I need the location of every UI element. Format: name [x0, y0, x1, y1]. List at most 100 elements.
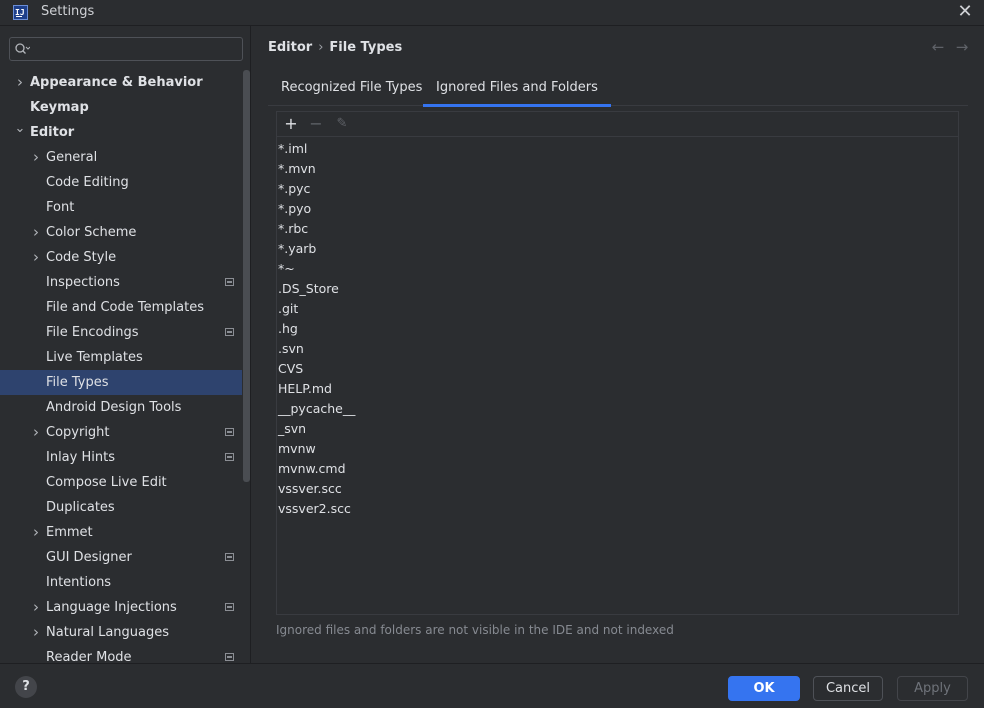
ignored-pattern-row[interactable]: *.pyc — [278, 179, 957, 199]
ignored-pattern-row[interactable]: mvnw — [278, 439, 957, 459]
settings-tree: › Appearance & Behavior Keymap ⌄ Editor › Gene… — [0, 70, 242, 663]
help-button[interactable]: ? — [15, 676, 37, 698]
ignored-pattern-row[interactable]: _svn — [278, 419, 957, 439]
chevron-right-icon[interactable]: › — [30, 520, 42, 545]
window-title: Settings — [41, 4, 95, 19]
sidebar-item-appearance-behavior[interactable]: › Appearance & Behavior — [0, 70, 242, 95]
chevron-right-icon[interactable]: › — [30, 420, 42, 445]
ok-button[interactable]: OK — [728, 676, 800, 701]
sidebar-scrollbar[interactable] — [243, 70, 250, 482]
sidebar-item-keymap[interactable]: Keymap — [0, 95, 242, 120]
sidebar-item-color-scheme[interactable]: › Color Scheme — [0, 220, 242, 245]
ignored-pattern-row[interactable]: *.mvn — [278, 159, 957, 179]
ignored-pattern-row[interactable]: .hg — [278, 319, 957, 339]
sidebar-item-label: Emmet — [46, 525, 93, 540]
chevron-down-icon[interactable]: ⌄ — [14, 116, 26, 141]
sidebar-item-code-style[interactable]: › Code Style — [0, 245, 242, 270]
sidebar-item-compose-live-edit[interactable]: Compose Live Edit — [0, 470, 242, 495]
sidebar-item-label: Code Editing — [46, 175, 129, 190]
sidebar-item-label: Appearance & Behavior — [30, 75, 203, 90]
ignored-pattern-row[interactable]: *.rbc — [278, 219, 957, 239]
sidebar-item-inspections[interactable]: Inspections — [0, 270, 242, 295]
sidebar-item-file-encodings[interactable]: File Encodings — [0, 320, 242, 345]
project-scope-icon — [225, 428, 234, 436]
sidebar-item-editor[interactable]: ⌄ Editor — [0, 120, 242, 145]
sidebar-item-label: Color Scheme — [46, 225, 137, 240]
search-box[interactable] — [9, 37, 243, 61]
ignored-pattern-row[interactable]: .svn — [278, 339, 957, 359]
ignored-pattern-row[interactable]: .git — [278, 299, 957, 319]
sidebar-item-label: File Types — [46, 375, 109, 390]
sidebar-item-android-design-tools[interactable]: Android Design Tools — [0, 395, 242, 420]
breadcrumb-separator: › — [318, 40, 324, 55]
sidebar-item-live-templates[interactable]: Live Templates — [0, 345, 242, 370]
sidebar-item-gui-designer[interactable]: GUI Designer — [0, 545, 242, 570]
close-icon[interactable]: ✕ — [956, 3, 974, 21]
project-scope-icon — [225, 553, 234, 561]
ignored-patterns-panel: + − ✎ *.iml *.mvn *.pyc *.pyo *.rbc *.yarb *~.… — [276, 111, 959, 615]
ignored-pattern-row[interactable]: *.yarb — [278, 239, 957, 259]
sidebar-item-label: Language Injections — [46, 600, 177, 615]
project-scope-icon — [225, 278, 234, 286]
chevron-right-icon[interactable]: › — [30, 245, 42, 270]
ignored-pattern-row[interactable]: __pycache__ — [278, 399, 957, 419]
sidebar-item-label: Compose Live Edit — [46, 475, 167, 490]
chevron-right-icon[interactable]: › — [14, 70, 26, 95]
ignored-pattern-row[interactable]: .DS_Store — [278, 279, 957, 299]
tab-ignored-files-and-folders[interactable]: Ignored Files and Folders — [423, 78, 611, 107]
sidebar-item-label: General — [46, 150, 98, 165]
ignored-pattern-row[interactable]: mvnw.cmd — [278, 459, 957, 479]
chevron-right-icon[interactable]: › — [30, 145, 42, 170]
sidebar-item-natural-languages[interactable]: › Natural Languages — [0, 620, 242, 645]
breadcrumb-parent[interactable]: Editor — [268, 40, 312, 55]
apply-button[interactable]: Apply — [897, 676, 968, 701]
ignored-pattern-row[interactable]: *.pyo — [278, 199, 957, 219]
sidebar-item-intentions[interactable]: Intentions — [0, 570, 242, 595]
sidebar-item-label: Font — [46, 200, 75, 215]
sidebar-item-copyright[interactable]: › Copyright — [0, 420, 242, 445]
edit-pencil-icon[interactable]: ✎ — [331, 114, 353, 134]
sidebar-item-reader-mode[interactable]: Reader Mode — [0, 645, 242, 663]
back-arrow-icon[interactable]: ← — [928, 38, 948, 56]
project-scope-icon — [225, 453, 234, 461]
project-scope-icon — [225, 653, 234, 661]
ignored-pattern-row[interactable]: HELP.md — [278, 379, 957, 399]
sidebar-item-inlay-hints[interactable]: Inlay Hints — [0, 445, 242, 470]
sidebar-item-label: Live Templates — [46, 350, 143, 365]
tab-recognized-file-types[interactable]: Recognized File Types — [281, 78, 422, 106]
sidebar-item-code-editing[interactable]: Code Editing — [0, 170, 242, 195]
chevron-right-icon[interactable]: › — [30, 595, 42, 620]
sidebar-item-font[interactable]: Font — [0, 195, 242, 220]
sidebar-item-duplicates[interactable]: Duplicates — [0, 495, 242, 520]
sidebar-item-emmet[interactable]: › Emmet — [0, 520, 242, 545]
sidebar-item-file-types[interactable]: File Types — [0, 370, 242, 395]
sidebar-item-file-and-code-templates[interactable]: File and Code Templates — [0, 295, 242, 320]
sidebar-item-label: File Encodings — [46, 325, 139, 340]
sidebar-item-label: Code Style — [46, 250, 117, 265]
project-scope-icon — [225, 328, 234, 336]
chevron-right-icon[interactable]: › — [30, 220, 42, 245]
ignored-pattern-row[interactable]: *~ — [278, 259, 957, 279]
dialog-footer: ? OK Cancel Apply — [0, 663, 984, 708]
sidebar-item-general[interactable]: › General — [0, 145, 242, 170]
cancel-button[interactable]: Cancel — [813, 676, 883, 701]
project-scope-icon — [225, 603, 234, 611]
ignored-hint-text: Ignored files and folders are not visibl… — [276, 623, 674, 637]
sidebar-item-language-injections[interactable]: › Language Injections — [0, 595, 242, 620]
chevron-right-icon[interactable]: › — [30, 620, 42, 645]
ignored-pattern-row[interactable]: vssver2.scc — [278, 499, 957, 519]
ignored-pattern-row[interactable]: *.iml — [278, 139, 957, 159]
ignored-patterns-list: *.iml *.mvn *.pyc *.pyo *.rbc *.yarb *~ .DS_Sto… — [278, 139, 957, 519]
sidebar-item-label: Android Design Tools — [46, 400, 182, 415]
sidebar-item-label: File and Code Templates — [46, 300, 204, 315]
forward-arrow-icon[interactable]: → — [952, 38, 972, 56]
sidebar-item-label: Editor — [30, 125, 75, 140]
list-toolbar: + − ✎ — [277, 112, 958, 137]
ignored-pattern-row[interactable]: CVS — [278, 359, 957, 379]
remove-icon[interactable]: − — [305, 114, 327, 134]
add-icon[interactable]: + — [280, 114, 302, 134]
search-input[interactable] — [32, 40, 237, 58]
ignored-pattern-row[interactable]: vssver.scc — [278, 479, 957, 499]
sidebar-item-label: Copyright — [46, 425, 110, 440]
sidebar-item-label: Natural Languages — [46, 625, 170, 640]
